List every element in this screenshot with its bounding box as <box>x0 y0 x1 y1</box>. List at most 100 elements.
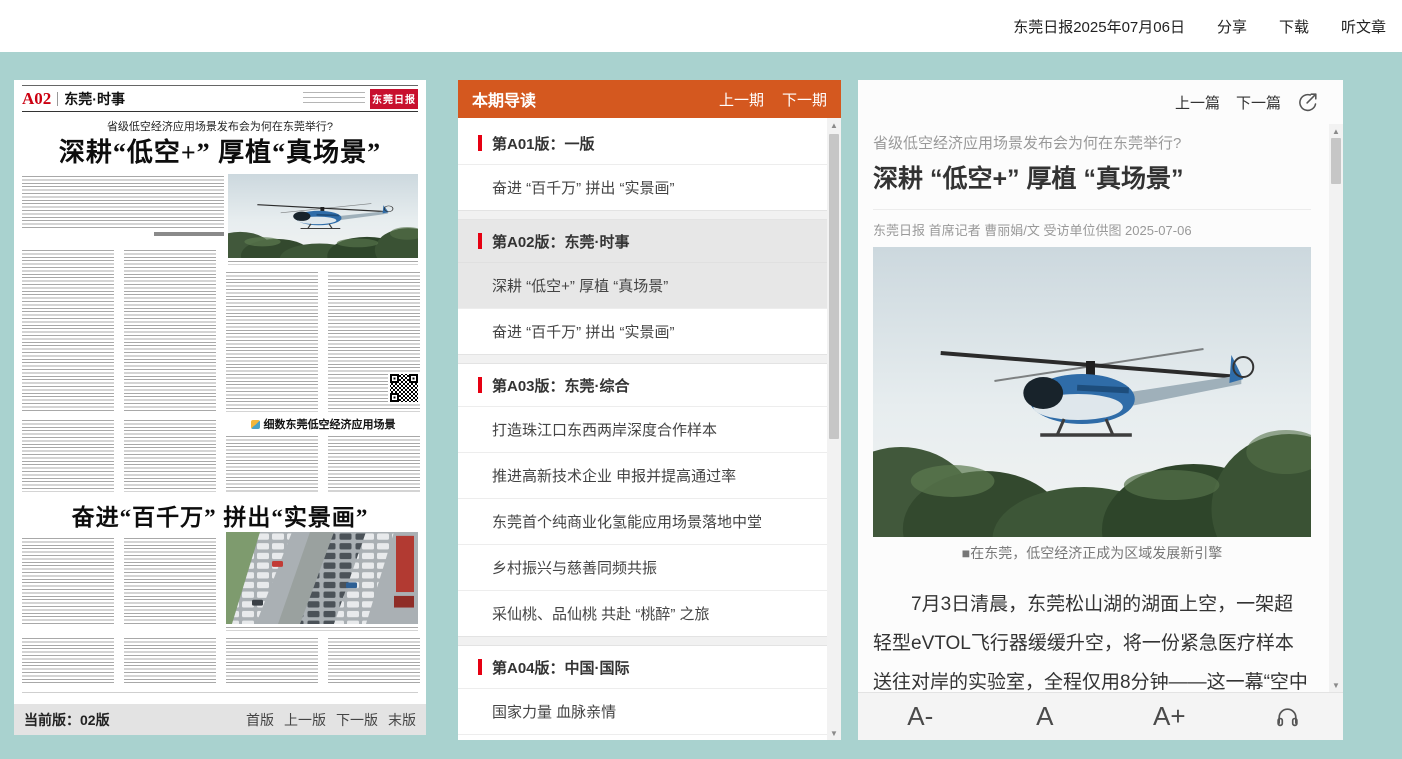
header-divider <box>57 92 58 106</box>
text-column <box>22 420 114 492</box>
issue-guide-list: 第A01版：一版奋进 “百千万” 拼出 “实景画”第A02版：东莞·时事深耕 “… <box>458 118 827 740</box>
text-column <box>226 272 318 412</box>
prev-issue-link[interactable]: 上一期 <box>719 89 764 110</box>
text-column <box>124 538 216 626</box>
nav-section: 第A04版：中国·国际国家力量 血脉亲情中国人民抗日战争 纪念馆将恢复开放 <box>458 646 827 740</box>
article-toolbar: A- A A+ <box>858 692 1343 740</box>
issue-nav-links: 上一期 下一期 <box>719 89 827 110</box>
last-page-link[interactable]: 末版 <box>388 710 416 730</box>
next-article-link[interactable]: 下一篇 <box>1236 92 1281 113</box>
photo-caption-line <box>228 261 418 265</box>
section-label: 第A03版：东莞·综合 <box>492 375 630 396</box>
scroll-up-arrow-icon[interactable]: ▲ <box>827 118 841 132</box>
font-normal-button[interactable]: A <box>1025 701 1065 732</box>
text-column <box>22 638 114 684</box>
paper-date-label: 东莞日报2025年07月06日 <box>1013 16 1185 37</box>
subhead-icon <box>251 420 260 429</box>
nav-article-link[interactable]: 采仙桃、品仙桃 共赴 “桃醉” 之旅 <box>458 590 827 636</box>
nav-section: 第A03版：东莞·综合打造珠江口东西两岸深度合作样本推进高新技术企业 申报并提高… <box>458 364 827 636</box>
text-column <box>226 638 318 684</box>
text-column <box>22 250 114 412</box>
article-paragraph: 7月3日清晨，东莞松山湖的湖面上空，一架超轻型eVTOL飞行器缓缓升空，将一份紧… <box>873 585 1311 692</box>
section-red-bar <box>478 659 482 675</box>
issue-guide-header: 本期导读 上一期 下一期 <box>458 80 841 118</box>
headphones-icon[interactable] <box>1274 704 1301 729</box>
page-navigation-bar: 当前版：02版 首版 上一版 下一版 末版 <box>14 704 426 735</box>
first-page-link[interactable]: 首版 <box>246 710 274 730</box>
issue-guide-panel: 本期导读 上一期 下一期 第A01版：一版奋进 “百千万” 拼出 “实景画”第A… <box>458 80 841 740</box>
section-red-bar <box>478 233 482 249</box>
download-button[interactable]: 下载 <box>1279 16 1309 37</box>
newspaper-page-header: A02 东莞·时事 东莞日报 <box>22 85 418 112</box>
nav-article-link[interactable]: 深耕 “低空+” 厚植 “真场景” <box>458 262 827 308</box>
nav-article-link[interactable]: 中国人民抗日战争 纪念馆将恢复开放 <box>458 734 827 740</box>
top-bar: 东莞日报2025年07月06日 分享 下载 听文章 <box>0 0 1402 52</box>
article-photo-caption: ■在东莞，低空经济正成为区域发展新引擎 <box>873 543 1311 563</box>
text-column <box>124 420 216 492</box>
open-share-icon[interactable] <box>1297 91 1319 113</box>
font-smaller-button[interactable]: A- <box>900 701 940 732</box>
masthead-logo: 东莞日报 <box>370 89 418 109</box>
section-label: 第A04版：中国·国际 <box>492 657 630 678</box>
traffic-photo-thumb <box>226 532 418 624</box>
qr-code <box>388 372 420 404</box>
nav-article-link[interactable]: 奋进 “百千万” 拼出 “实景画” <box>458 164 827 210</box>
section-divider <box>458 210 827 220</box>
section-divider <box>458 636 827 646</box>
text-column <box>124 250 216 412</box>
body-byline-line <box>22 232 224 236</box>
section-label: 第A01版：一版 <box>492 133 595 154</box>
page-nav-links: 首版 上一版 下一版 末版 <box>246 710 416 730</box>
section-divider <box>458 354 827 364</box>
newspaper-page-thumbnail[interactable]: A02 东莞·时事 东莞日报 省级低空经济应用场景发布会为何在东莞举行? 深耕“… <box>14 80 426 704</box>
text-column <box>328 638 420 684</box>
page-meta: 东莞日报 <box>303 89 418 109</box>
page-meta-lines <box>303 92 365 106</box>
thumb-headline-main: 深耕“低空+” 厚植“真场景” <box>14 132 426 169</box>
text-column <box>22 538 114 626</box>
nav-section-header: 第A04版：中国·国际 <box>458 646 827 688</box>
article-kicker: 省级低空经济应用场景发布会为何在东莞举行? <box>873 132 1311 153</box>
thumb-headline-second: 奋进“百千万” 拼出“实景画” <box>14 498 426 532</box>
section-label: 第A02版：东莞·时事 <box>492 231 630 252</box>
article-byline: 东莞日报 首席记者 曹丽娟/文 受访单位供图 2025-07-06 <box>873 220 1311 239</box>
current-page-label: 当前版：02版 <box>24 710 110 730</box>
text-column <box>328 436 420 492</box>
helicopter-photo-thumb <box>228 174 418 258</box>
next-issue-link[interactable]: 下一期 <box>782 89 827 110</box>
article-scrollbar-thumb[interactable] <box>1331 138 1341 184</box>
scroll-down-arrow-icon[interactable]: ▼ <box>827 726 841 740</box>
nav-article-link[interactable]: 打造珠江口东西两岸深度合作样本 <box>458 406 827 452</box>
nav-article-link[interactable]: 乡村振兴与慈善同频共振 <box>458 544 827 590</box>
scroll-up-arrow-icon[interactable]: ▲ <box>1329 124 1343 138</box>
article-nav-row: 上一篇 下一篇 <box>858 80 1343 124</box>
section-red-bar <box>478 377 482 393</box>
page-number-label: A02 <box>22 89 51 109</box>
nav-section: 第A02版：东莞·时事深耕 “低空+” 厚植 “真场景”奋进 “百千万” 拼出 … <box>458 220 827 354</box>
nav-scrollbar[interactable]: ▲ ▼ <box>827 118 841 740</box>
nav-section-header: 第A02版：东莞·时事 <box>458 220 827 262</box>
scroll-down-arrow-icon[interactable]: ▼ <box>1329 678 1343 692</box>
page-section-label: 东莞·时事 <box>64 89 125 109</box>
article-reader-panel: 上一篇 下一篇 省级低空经济应用场景发布会为何在东莞举行? 深耕 “低空+” 厚… <box>858 80 1343 740</box>
next-page-link[interactable]: 下一版 <box>336 710 378 730</box>
share-button[interactable]: 分享 <box>1217 16 1247 37</box>
nav-article-link[interactable]: 东莞首个纯商业化氢能应用场景落地中堂 <box>458 498 827 544</box>
article-photo <box>873 247 1311 537</box>
text-column <box>124 638 216 684</box>
nav-article-link[interactable]: 国家力量 血脉亲情 <box>458 688 827 734</box>
nav-article-link[interactable]: 奋进 “百千万” 拼出 “实景画” <box>458 308 827 354</box>
article-content: 省级低空经济应用场景发布会为何在东莞举行? 深耕 “低空+” 厚植 “真场景” … <box>873 124 1311 692</box>
thumb-subheadline: 细数东莞低空经济应用场景 <box>226 416 420 432</box>
nav-scrollbar-thumb[interactable] <box>829 134 839 439</box>
body-text-block <box>22 176 224 228</box>
section-red-bar <box>478 135 482 151</box>
nav-article-link[interactable]: 推进高新技术企业 申报并提高通过率 <box>458 452 827 498</box>
nav-section-header: 第A01版：一版 <box>458 122 827 164</box>
text-column <box>226 436 318 492</box>
prev-article-link[interactable]: 上一篇 <box>1175 92 1220 113</box>
article-scrollbar[interactable]: ▲ ▼ <box>1329 124 1343 692</box>
listen-article-button[interactable]: 听文章 <box>1341 16 1386 37</box>
prev-page-link[interactable]: 上一版 <box>284 710 326 730</box>
font-larger-button[interactable]: A+ <box>1149 701 1189 732</box>
